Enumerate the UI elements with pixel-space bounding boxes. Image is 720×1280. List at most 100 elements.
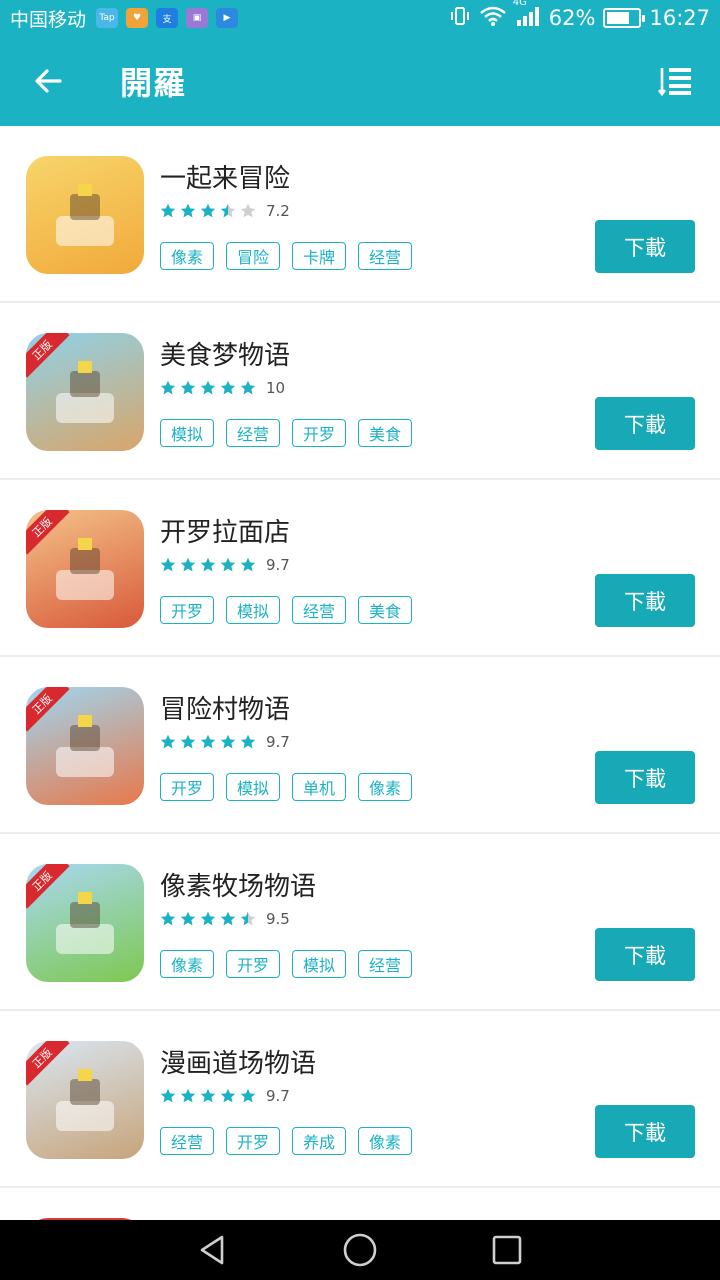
page-title: 開羅 <box>120 64 187 102</box>
game-title[interactable]: 冒险村物语 <box>160 689 290 726</box>
tag-list: 像素 冒险 卡牌 经营 <box>160 242 412 270</box>
taptap-icon: Tap <box>96 8 119 28</box>
rating: 7.2 <box>160 202 290 220</box>
triangle-back-icon <box>201 1235 224 1265</box>
game-icon[interactable]: 正版 <box>26 864 144 982</box>
game-list-item-partial[interactable] <box>0 1188 720 1220</box>
network-type-label: 4G <box>512 0 527 8</box>
rating: 9.7 <box>160 556 290 574</box>
download-button[interactable]: 下載 <box>595 928 695 981</box>
genre-tag[interactable]: 经营 <box>160 1127 214 1155</box>
game-icon[interactable]: 正版 <box>26 687 144 805</box>
genre-tag[interactable]: 像素 <box>160 242 214 270</box>
game-list[interactable]: 一起来冒险 7.2 像素 冒险 卡牌 经营 下載 正版 美食梦物语 10 模拟 经营 开罗 美食 下載 正版开… <box>0 126 720 1220</box>
game-icon[interactable]: 正版 <box>26 510 144 628</box>
genre-tag[interactable]: 模拟 <box>226 773 280 801</box>
nav-recents-button[interactable] <box>477 1220 537 1280</box>
genre-tag[interactable]: 美食 <box>358 419 412 447</box>
genre-tag[interactable]: 模拟 <box>160 419 214 447</box>
genre-tag[interactable]: 经营 <box>226 419 280 447</box>
star-rating <box>160 203 256 219</box>
game-list-item[interactable]: 正版 像素牧场物语 9.5 像素 开罗 模拟 经营 下載 <box>0 834 720 1011</box>
genre-tag[interactable]: 开罗 <box>160 596 214 624</box>
game-icon[interactable]: 正版 <box>26 333 144 451</box>
star-rating <box>160 557 256 573</box>
rating: 10 <box>160 379 285 397</box>
heart-app-icon: ♥ <box>126 8 149 28</box>
game-list-item[interactable]: 正版 美食梦物语 10 模拟 经营 开罗 美食 下載 <box>0 303 720 480</box>
rating-score: 9.7 <box>266 1087 290 1105</box>
star-rating <box>160 911 256 927</box>
signal-icon <box>515 5 541 32</box>
game-icon[interactable] <box>26 156 144 274</box>
vibrate-icon <box>449 5 471 32</box>
nav-home-button[interactable] <box>330 1220 390 1280</box>
tag-list: 经营 开罗 养成 像素 <box>160 1127 412 1155</box>
game-title[interactable]: 开罗拉面店 <box>160 512 290 549</box>
game-title[interactable]: 美食梦物语 <box>160 335 290 372</box>
tag-list: 像素 开罗 模拟 经营 <box>160 950 412 978</box>
gallery-icon: ▣ <box>186 8 209 28</box>
pixel-art-icon <box>56 184 114 246</box>
nav-back-button[interactable] <box>183 1220 243 1280</box>
genre-tag[interactable]: 经营 <box>358 242 412 270</box>
alipay-icon: 支 <box>156 8 179 28</box>
genre-tag[interactable]: 像素 <box>160 950 214 978</box>
genre-tag[interactable]: 美食 <box>358 596 412 624</box>
genre-tag[interactable]: 模拟 <box>292 950 346 978</box>
rating-score: 9.7 <box>266 556 290 574</box>
status-bar: 中国移动 Tap ♥ 支 ▣ ▶ 4G 62% 16:27 <box>0 0 720 36</box>
game-list-item[interactable]: 一起来冒险 7.2 像素 冒险 卡牌 经营 下載 <box>0 126 720 303</box>
rating: 9.7 <box>160 1087 290 1105</box>
star-rating <box>160 734 256 750</box>
genre-tag[interactable]: 经营 <box>358 950 412 978</box>
tag-list: 开罗 模拟 单机 像素 <box>160 773 412 801</box>
genre-tag[interactable]: 模拟 <box>226 596 280 624</box>
sort-menu-button[interactable] <box>630 36 720 126</box>
rating-score: 9.7 <box>266 733 290 751</box>
download-button[interactable]: 下載 <box>595 397 695 450</box>
rating: 9.7 <box>160 733 290 751</box>
back-button[interactable] <box>0 36 96 126</box>
game-title[interactable]: 像素牧场物语 <box>160 866 316 903</box>
carrier-label: 中国移动 <box>10 8 87 31</box>
star-rating <box>160 1088 256 1104</box>
system-nav-bar <box>0 1220 720 1280</box>
rating: 9.5 <box>160 910 290 928</box>
genre-tag[interactable]: 开罗 <box>292 419 346 447</box>
square-recents-icon <box>492 1235 521 1265</box>
sort-list-icon <box>658 68 691 96</box>
download-button[interactable]: 下載 <box>595 574 695 627</box>
genre-tag[interactable]: 经营 <box>292 596 346 624</box>
genre-tag[interactable]: 像素 <box>358 773 412 801</box>
game-title[interactable]: 漫画道场物语 <box>160 1043 316 1080</box>
rating-score: 9.5 <box>266 910 290 928</box>
video-icon: ▶ <box>216 8 239 28</box>
tag-list: 开罗 模拟 经营 美食 <box>160 596 412 624</box>
genre-tag[interactable]: 开罗 <box>226 1127 280 1155</box>
arrow-left-icon <box>35 69 62 93</box>
genre-tag[interactable]: 开罗 <box>226 950 280 978</box>
game-list-item[interactable]: 正版 冒险村物语 9.7 开罗 模拟 单机 像素 下載 <box>0 657 720 834</box>
battery-percent: 62% <box>548 6 596 30</box>
genre-tag[interactable]: 单机 <box>292 773 346 801</box>
download-button[interactable]: 下載 <box>595 220 695 273</box>
genre-tag[interactable]: 卡牌 <box>292 242 346 270</box>
app-bar: 開羅 <box>0 36 720 126</box>
rating-score: 7.2 <box>266 202 290 220</box>
genre-tag[interactable]: 养成 <box>292 1127 346 1155</box>
download-button[interactable]: 下載 <box>595 751 695 804</box>
genre-tag[interactable]: 冒险 <box>226 242 280 270</box>
wifi-icon <box>479 5 507 32</box>
tag-list: 模拟 经营 开罗 美食 <box>160 419 412 447</box>
rating-score: 10 <box>266 379 286 397</box>
game-title[interactable]: 一起来冒险 <box>160 158 290 195</box>
circle-home-icon <box>343 1233 377 1267</box>
game-list-item[interactable]: 正版 开罗拉面店 9.7 开罗 模拟 经营 美食 下載 <box>0 480 720 657</box>
genre-tag[interactable]: 开罗 <box>160 773 214 801</box>
battery-icon <box>603 8 646 28</box>
game-list-item[interactable]: 正版 漫画道场物语 9.7 经营 开罗 养成 像素 下載 <box>0 1011 720 1188</box>
genre-tag[interactable]: 像素 <box>358 1127 412 1155</box>
download-button[interactable]: 下載 <box>595 1105 695 1158</box>
game-icon[interactable]: 正版 <box>26 1041 144 1159</box>
